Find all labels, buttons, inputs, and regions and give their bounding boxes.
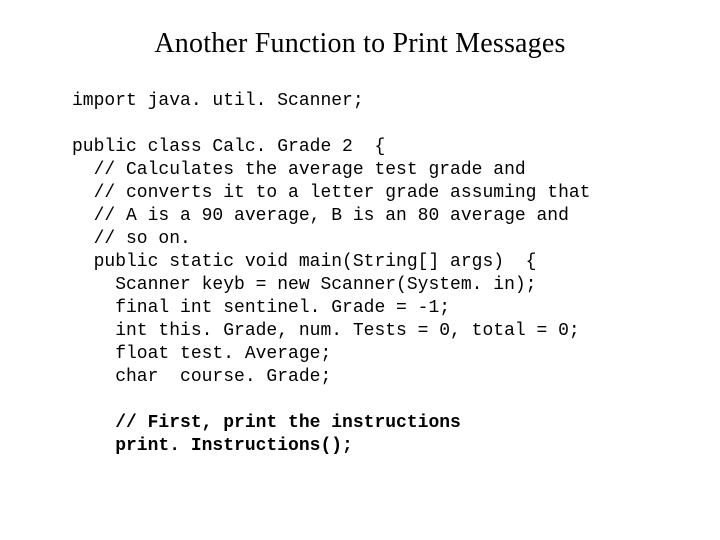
code-line: public static void main(String[] args) {	[72, 252, 536, 272]
code-line: // converts it to a letter grade assumin…	[72, 183, 590, 203]
code-line: // A is a 90 average, B is an 80 average…	[72, 206, 569, 226]
code-line: import java. util. Scanner;	[72, 91, 364, 111]
code-line-bold: print. Instructions();	[72, 436, 353, 456]
code-line: public class Calc. Grade 2 {	[72, 137, 385, 157]
slide-title: Another Function to Print Messages	[0, 28, 720, 60]
code-line: char course. Grade;	[72, 367, 331, 387]
code-line-bold: // First, print the instructions	[72, 413, 461, 433]
code-line: // Calculates the average test grade and	[72, 160, 526, 180]
code-line: // so on.	[72, 229, 191, 249]
code-line: Scanner keyb = new Scanner(System. in);	[72, 275, 536, 295]
code-line: int this. Grade, num. Tests = 0, total =…	[72, 321, 580, 341]
code-line: float test. Average;	[72, 344, 331, 364]
code-line: final int sentinel. Grade = -1;	[72, 298, 450, 318]
code-block: import java. util. Scanner; public class…	[72, 90, 720, 459]
slide: Another Function to Print Messages impor…	[0, 0, 720, 540]
